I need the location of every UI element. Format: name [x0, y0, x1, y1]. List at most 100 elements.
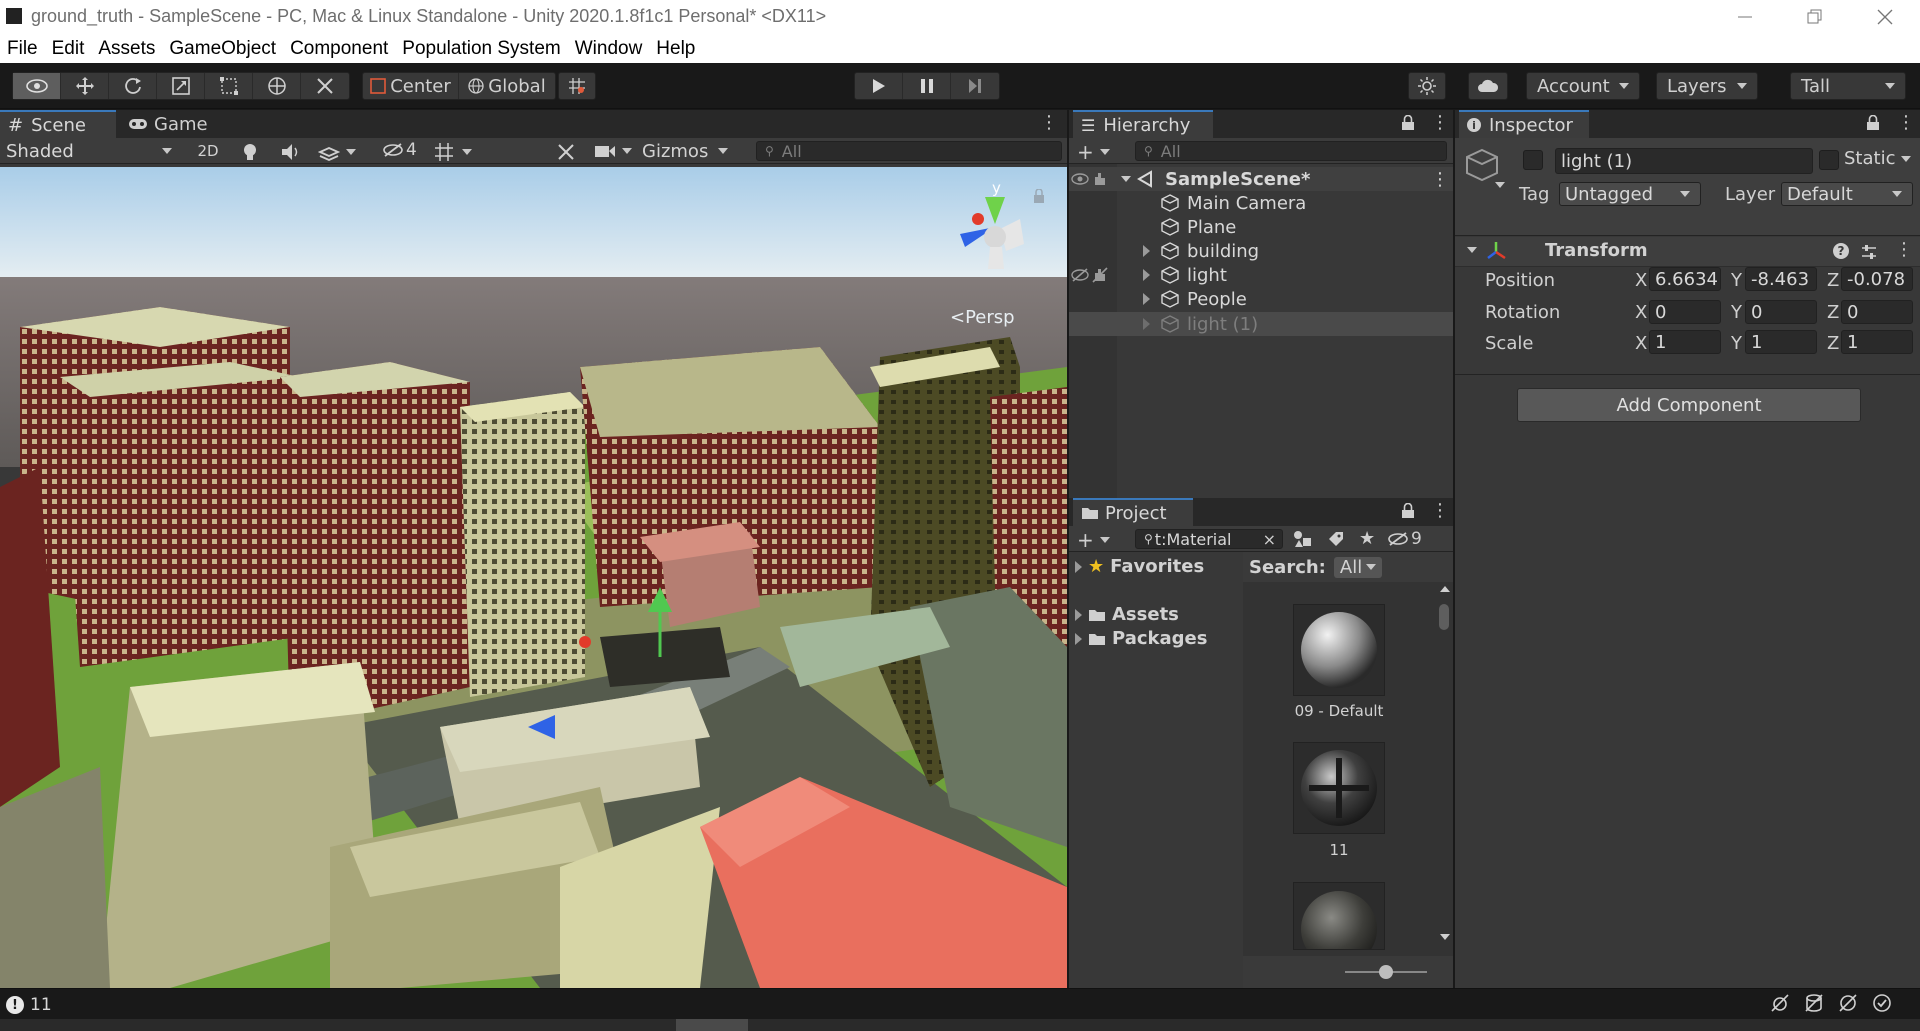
- create-asset-button[interactable]: +: [1077, 528, 1110, 552]
- expand-arrow-icon[interactable]: [1143, 269, 1150, 281]
- rotation-z-field[interactable]: 0: [1841, 300, 1913, 324]
- effects-dropdown[interactable]: [318, 142, 356, 162]
- create-button[interactable]: +: [1077, 140, 1110, 164]
- layout-dropdown[interactable]: Tall: [1790, 72, 1906, 100]
- step-button[interactable]: [951, 73, 999, 99]
- check-circle-icon[interactable]: [1872, 993, 1892, 1013]
- audio-toggle[interactable]: [280, 142, 302, 162]
- expand-arrow-icon[interactable]: [1075, 608, 1082, 621]
- taskbar-item[interactable]: [676, 1019, 748, 1031]
- search-scope-dropdown[interactable]: All: [1333, 556, 1383, 578]
- pivot-mode-button[interactable]: Center: [363, 73, 459, 99]
- hierarchy-item-main-camera[interactable]: Main Camera: [1069, 191, 1453, 215]
- shading-mode-dropdown[interactable]: Shaded: [0, 138, 178, 164]
- play-button[interactable]: [855, 73, 903, 99]
- asset-thumbnail[interactable]: [1293, 742, 1385, 834]
- hidden-objects-toggle[interactable]: 4: [382, 140, 417, 160]
- tab-hierarchy[interactable]: ☰ Hierarchy: [1073, 110, 1213, 138]
- position-z-field[interactable]: -0.078: [1841, 267, 1913, 291]
- menu-file[interactable]: File: [0, 38, 45, 60]
- gizmos-dropdown[interactable]: Gizmos: [642, 138, 742, 164]
- grid-dropdown[interactable]: [434, 142, 472, 162]
- rect-tool-button[interactable]: [205, 73, 253, 99]
- menu-component[interactable]: Component: [283, 38, 395, 60]
- position-y-field[interactable]: -8.463: [1745, 267, 1817, 291]
- more-options-icon[interactable]: ⋮: [1431, 169, 1449, 190]
- position-x-field[interactable]: 6.6634: [1649, 267, 1721, 291]
- lighting-toggle[interactable]: [240, 142, 260, 162]
- close-window-button[interactable]: [1850, 0, 1920, 34]
- pause-button[interactable]: [903, 73, 951, 99]
- star-icon[interactable]: ★: [1359, 528, 1375, 549]
- view-tool-button[interactable]: [13, 73, 61, 99]
- asset-scrollbar[interactable]: [1437, 586, 1451, 942]
- debug-off-icon[interactable]: [1770, 993, 1790, 1013]
- hierarchy-item-plane[interactable]: Plane: [1069, 215, 1453, 239]
- more-options-icon[interactable]: ⋮: [1431, 114, 1449, 132]
- custom-tool-button[interactable]: [301, 73, 349, 99]
- hierarchy-lock-icon[interactable]: [1401, 115, 1415, 131]
- presets-icon[interactable]: [1860, 243, 1878, 261]
- tab-project[interactable]: Project: [1073, 498, 1193, 526]
- tag-dropdown[interactable]: Untagged: [1559, 182, 1701, 206]
- layer-dropdown[interactable]: Default: [1781, 182, 1913, 206]
- menu-help[interactable]: Help: [649, 38, 702, 60]
- move-tool-button[interactable]: [61, 73, 109, 99]
- scale-x-field[interactable]: 1: [1649, 330, 1721, 354]
- transform-tool-button[interactable]: [253, 73, 301, 99]
- more-options-icon[interactable]: ⋮: [1040, 114, 1058, 132]
- more-options-icon[interactable]: ⋮: [1895, 241, 1913, 259]
- light-visibility-toggles[interactable]: [1071, 267, 1109, 283]
- auto-generate-lighting-icon[interactable]: [1838, 993, 1858, 1013]
- console-status[interactable]: ! 11: [6, 995, 52, 1015]
- hidden-packages-toggle[interactable]: 9: [1387, 529, 1422, 549]
- hierarchy-item-people[interactable]: People: [1069, 287, 1453, 311]
- static-checkbox[interactable]: [1819, 150, 1839, 170]
- camera-dropdown[interactable]: [594, 142, 632, 160]
- scene-tools-button[interactable]: [556, 142, 576, 162]
- tab-scene[interactable]: # Scene: [0, 110, 116, 138]
- cloud-button[interactable]: [1468, 72, 1508, 100]
- layers-dropdown[interactable]: Layers: [1656, 72, 1758, 100]
- inspector-lock-icon[interactable]: [1866, 115, 1880, 131]
- scale-y-field[interactable]: 1: [1745, 330, 1817, 354]
- search-by-type-button[interactable]: [1293, 530, 1313, 548]
- add-component-button[interactable]: Add Component: [1517, 388, 1861, 422]
- menu-gameobject[interactable]: GameObject: [162, 38, 283, 60]
- icon-dropdown-icon[interactable]: [1495, 182, 1505, 188]
- project-lock-icon[interactable]: [1401, 503, 1415, 519]
- pivot-rotation-button[interactable]: Global: [459, 73, 555, 99]
- hierarchy-item-light-1[interactable]: light (1): [1069, 312, 1453, 336]
- lock-icon[interactable]: [1033, 189, 1045, 203]
- expand-arrow-icon[interactable]: [1143, 293, 1150, 305]
- perspective-label[interactable]: <Persp: [950, 307, 1015, 328]
- restore-button[interactable]: [1780, 0, 1850, 34]
- minimize-button[interactable]: [1710, 0, 1780, 34]
- menu-window[interactable]: Window: [568, 38, 650, 60]
- expand-arrow-icon[interactable]: [1143, 245, 1150, 257]
- expand-arrow-icon[interactable]: [1121, 176, 1131, 182]
- scene-visibility-toggles[interactable]: [1071, 171, 1109, 187]
- scene-viewport[interactable]: y <Persp: [0, 167, 1067, 988]
- tab-game[interactable]: Game: [120, 110, 220, 138]
- scene-search-input[interactable]: ⚲ All: [756, 141, 1062, 161]
- asset-thumbnail[interactable]: [1293, 604, 1385, 696]
- hierarchy-search-input[interactable]: ⚲ All: [1135, 141, 1447, 161]
- asset-thumbnail[interactable]: [1293, 882, 1385, 950]
- packages-folder[interactable]: Packages: [1075, 628, 1207, 649]
- 2d-toggle[interactable]: 2D: [188, 138, 228, 164]
- search-by-label-button[interactable]: [1327, 530, 1345, 548]
- scene-root-row[interactable]: SampleScene* ⋮: [1069, 167, 1453, 191]
- active-checkbox[interactable]: [1523, 150, 1543, 170]
- slider-handle[interactable]: [1379, 965, 1393, 979]
- menu-edit[interactable]: Edit: [45, 38, 92, 60]
- grid-snap-button[interactable]: [558, 72, 596, 100]
- menu-assets[interactable]: Assets: [91, 38, 162, 60]
- project-search-input[interactable]: ⚲ t:Material ×: [1135, 529, 1283, 549]
- collapse-arrow-icon[interactable]: [1467, 247, 1477, 253]
- scrollbar-thumb[interactable]: [1439, 604, 1449, 630]
- rotate-tool-button[interactable]: [109, 73, 157, 99]
- menu-population-system[interactable]: Population System: [395, 38, 567, 60]
- static-dropdown[interactable]: Static: [1844, 148, 1912, 169]
- scroll-up-icon[interactable]: [1440, 586, 1450, 592]
